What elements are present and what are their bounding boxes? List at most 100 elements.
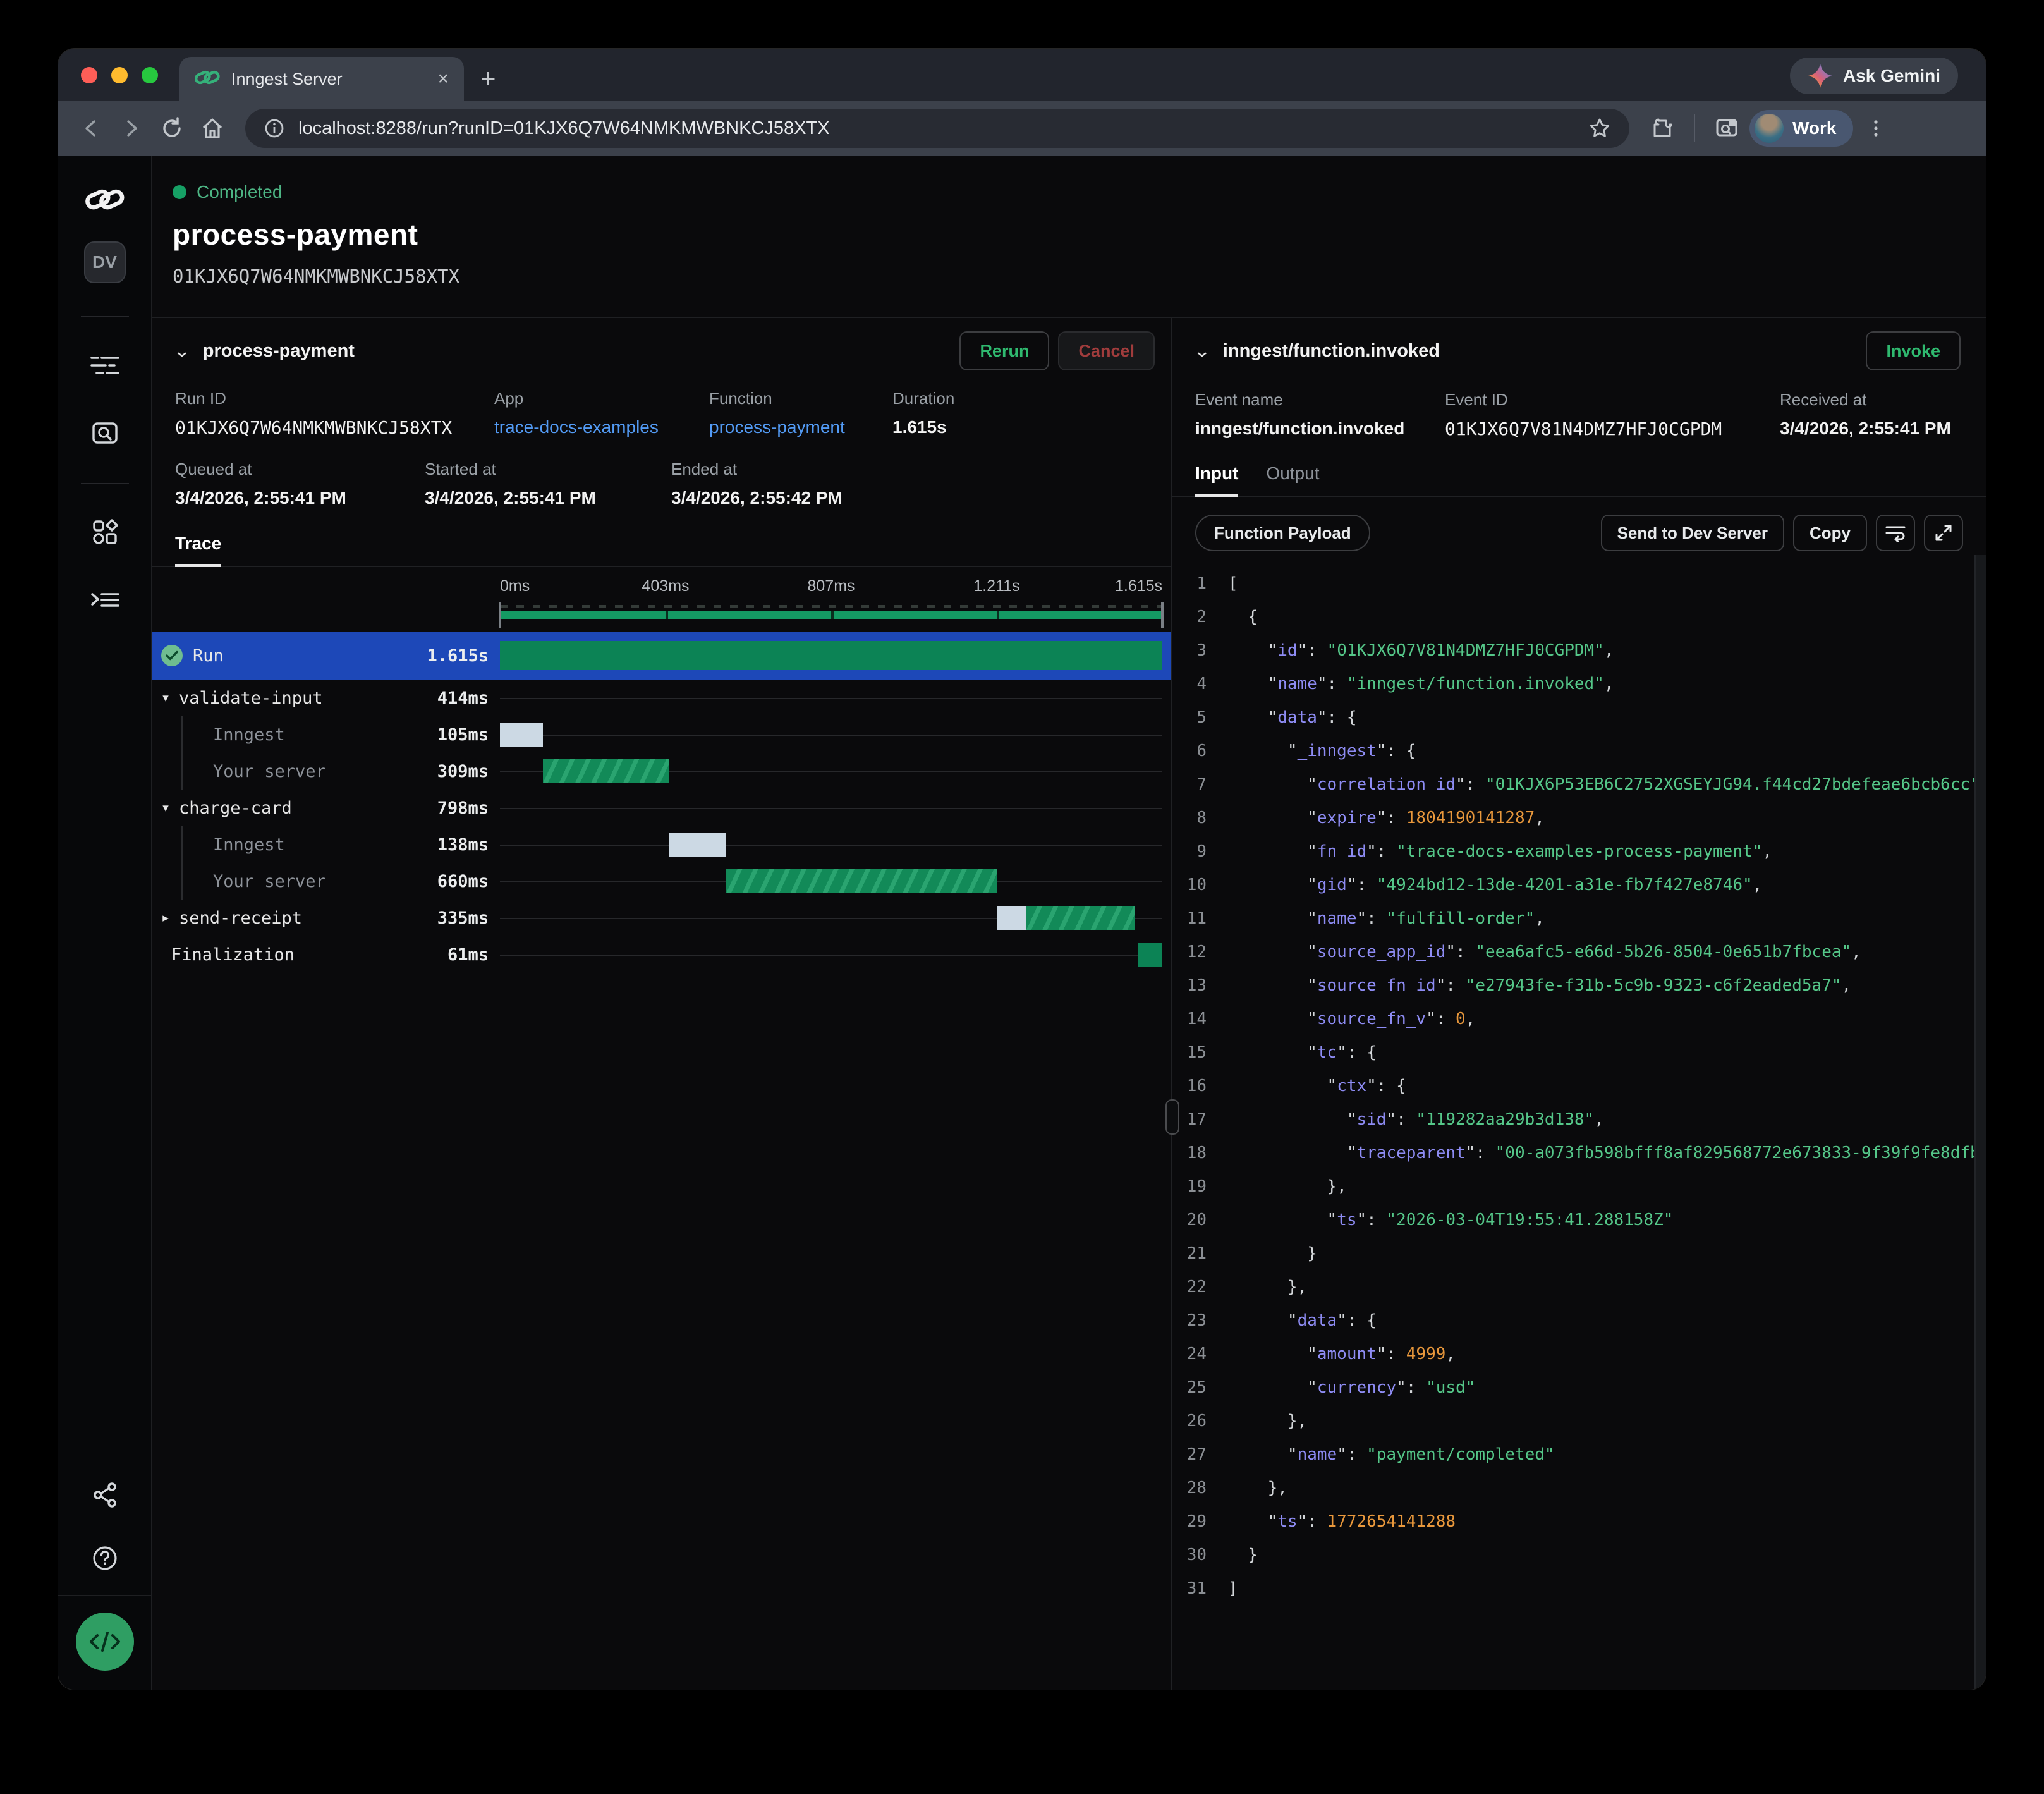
run-id-value: 01KJX6Q7W64NMKMWBNKCJ58XTX [175, 417, 494, 438]
site-info-icon[interactable] [263, 117, 286, 140]
traffic-lights[interactable] [58, 49, 179, 101]
ask-gemini-button[interactable]: Ask Gemini [1790, 58, 1958, 94]
copy-button[interactable]: Copy [1793, 515, 1867, 551]
tab-trace[interactable]: Trace [175, 534, 221, 567]
run-id-label: Run ID [175, 389, 494, 408]
event-name-label: Event name [1195, 390, 1445, 410]
trace-row-send-receipt[interactable]: ▸send-receipt 335ms [152, 900, 1171, 936]
sidebar-item-terminal[interactable] [85, 580, 125, 621]
browser-tab-bar: Inngest Server × + Ask Gemini [58, 49, 1986, 101]
trace-row-inngest[interactable]: Inngest105ms [152, 716, 1171, 753]
span-bar-queue[interactable] [669, 833, 726, 857]
browser-tab-inngest-server[interactable]: Inngest Server × [179, 57, 464, 101]
dev-server-badge[interactable]: DV [84, 241, 126, 283]
tab-output[interactable]: Output [1266, 463, 1319, 497]
line-number: 9 [1172, 842, 1228, 861]
trace-row-duration: 335ms [437, 908, 489, 928]
help-icon[interactable] [85, 1538, 125, 1578]
trace-row-duration: 1.615s [427, 646, 489, 666]
chevron-down-icon[interactable]: ▾ [152, 801, 179, 815]
trace-row-your-server[interactable]: Your server660ms [152, 863, 1171, 900]
trace-row-charge-card[interactable]: ▾charge-card798ms [152, 790, 1171, 826]
zoom-window-button[interactable] [142, 67, 158, 83]
tab-input[interactable]: Input [1195, 463, 1238, 497]
cancel-button[interactable]: Cancel [1058, 331, 1155, 370]
tab-close-icon[interactable]: × [437, 70, 449, 88]
payload-toolbar: Function Payload Send to Dev Server Copy [1172, 497, 1986, 555]
code-line-25: 25"currency": "usd" [1172, 1370, 1986, 1404]
code-text: "_inngest": { [1228, 741, 1986, 760]
function-label: Function [709, 389, 892, 408]
forward-button[interactable] [114, 111, 149, 146]
line-number: 23 [1172, 1311, 1228, 1330]
axis-tick: 1.615s [1115, 577, 1162, 595]
line-number: 19 [1172, 1177, 1228, 1196]
trace-row-duration: 61ms [447, 945, 489, 965]
chevron-down-icon[interactable]: ▾ [152, 691, 179, 705]
trace-row-inngest[interactable]: Inngest138ms [152, 826, 1171, 863]
line-number: 18 [1172, 1144, 1228, 1162]
rerun-button[interactable]: Rerun [959, 331, 1049, 370]
payload-code[interactable]: 1[2{3"id": "01KJX6Q7V81N4DMZ7HFJ0CGPDM",… [1172, 555, 1986, 1690]
span-bar-exec[interactable] [726, 869, 997, 893]
code-text: "source_fn_v": 0, [1228, 1010, 1986, 1028]
trace-row-your-server[interactable]: Your server309ms [152, 753, 1171, 790]
close-window-button[interactable] [81, 67, 97, 83]
function-link[interactable]: process-payment [709, 417, 892, 437]
line-number: 30 [1172, 1546, 1228, 1565]
invoke-button[interactable]: Invoke [1866, 331, 1961, 370]
scrollbar[interactable] [1974, 555, 1986, 1690]
reload-button[interactable] [154, 111, 190, 146]
code-text: "sid": "119282aa29b3d138", [1228, 1110, 1986, 1129]
sidebar-item-events[interactable] [85, 413, 125, 454]
function-payload-button[interactable]: Function Payload [1195, 515, 1370, 551]
profile-chip[interactable]: Work [1749, 110, 1853, 147]
sidebar-item-runs[interactable] [85, 345, 125, 386]
span-bar-queue[interactable] [500, 723, 543, 747]
sidebar-item-apps[interactable] [85, 512, 125, 552]
trace-row-labelcol: Your server660ms [152, 863, 500, 900]
line-number: 31 [1172, 1579, 1228, 1598]
trace-tabs: Trace [152, 534, 1171, 567]
line-number: 12 [1172, 943, 1228, 961]
new-tab-button[interactable]: + [480, 63, 496, 94]
chevron-right-icon[interactable]: ▸ [152, 911, 179, 925]
code-text: [ [1228, 574, 1986, 593]
trace-row-label: Your server [213, 762, 326, 781]
span-bar-exec[interactable] [1026, 906, 1135, 930]
timeline-axis: 0ms403ms807ms1.211s1.615s [500, 573, 1162, 601]
back-button[interactable] [73, 111, 109, 146]
code-line-5: 5"data": { [1172, 700, 1986, 734]
code-text: "data": { [1228, 1311, 1986, 1330]
timeline-minimap[interactable] [500, 601, 1162, 632]
extensions-icon[interactable] [1645, 111, 1680, 146]
browser-menu-icon[interactable] [1858, 111, 1894, 146]
share-icon[interactable] [85, 1475, 125, 1515]
code-fab-button[interactable] [76, 1613, 134, 1671]
collapse-chevron-icon[interactable]: ⌄ [1193, 341, 1211, 361]
expand-icon[interactable] [1924, 515, 1963, 551]
home-button[interactable] [195, 111, 230, 146]
tree-guide-line [181, 716, 183, 753]
code-line-12: 12"source_app_id": "eea6afc5-e66d-5b26-8… [1172, 935, 1986, 968]
span-bar-exec[interactable] [543, 759, 669, 783]
minimize-window-button[interactable] [111, 67, 128, 83]
trace-row-run[interactable]: Run1.615s [152, 632, 1171, 680]
trace-row-finalization[interactable]: Finalization61ms [152, 936, 1171, 973]
collapse-chevron-icon[interactable]: ⌄ [173, 341, 191, 361]
span-bar-solid[interactable] [500, 641, 1162, 670]
send-to-dev-server-button[interactable]: Send to Dev Server [1601, 515, 1784, 551]
trace-row-labelcol: Finalization61ms [152, 936, 500, 973]
panel-resize-handle[interactable] [1165, 1099, 1179, 1135]
span-bar-queue[interactable] [997, 906, 1026, 930]
url-text[interactable]: localhost:8288/run?runID=01KJX6Q7W64NMKM… [298, 118, 1575, 139]
word-wrap-icon[interactable] [1876, 515, 1915, 551]
side-panel-search-icon[interactable] [1709, 111, 1744, 146]
app-link[interactable]: trace-docs-examples [494, 417, 709, 437]
span-bar-solid[interactable] [1138, 943, 1162, 967]
url-bar[interactable]: localhost:8288/run?runID=01KJX6Q7W64NMKM… [245, 109, 1629, 148]
trace-row-label: send-receipt [179, 908, 302, 928]
started-at-value: 3/4/2026, 2:55:41 PM [425, 488, 671, 508]
trace-row-validate-input[interactable]: ▾validate-input414ms [152, 680, 1171, 716]
bookmark-star-icon[interactable] [1588, 116, 1612, 140]
